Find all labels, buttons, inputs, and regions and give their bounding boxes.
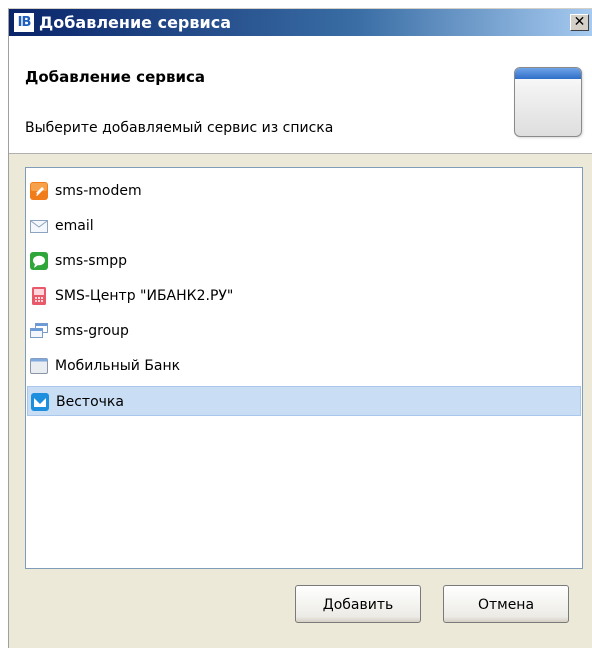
list-item-mobile-bank[interactable]: Мобильный Банк (27, 351, 581, 381)
app-logo-icon: IB (14, 13, 34, 32)
window-icon (30, 358, 48, 374)
envelope-icon (30, 220, 48, 233)
header-panel: Добавление сервиса Выберите добавляемый … (9, 36, 592, 154)
service-list[interactable]: sms-modem email sms-smpp SMS-Центр "ИБАН… (25, 167, 583, 569)
list-item-label: sms-group (55, 323, 129, 339)
windows-group-icon (30, 323, 48, 338)
close-icon: ✕ (573, 14, 586, 30)
window-illustration-icon (514, 67, 582, 137)
list-item-label: Мобильный Банк (55, 358, 181, 374)
list-item-label: email (55, 218, 94, 234)
sms-center-icon (32, 287, 46, 305)
title-bar[interactable]: IB Добавление сервиса ✕ (9, 9, 592, 36)
window-title: Добавление сервиса (39, 13, 231, 32)
list-item-sms-center[interactable]: SMS-Центр "ИБАНК2.РУ" (27, 281, 581, 311)
list-item-label: sms-modem (55, 183, 142, 199)
window-illustration-bar (515, 68, 581, 79)
header-title: Добавление сервиса (25, 68, 205, 86)
list-item-sms-modem[interactable]: sms-modem (27, 176, 581, 206)
list-item-sms-group[interactable]: sms-group (27, 316, 581, 346)
cancel-button[interactable]: Отмена (443, 585, 569, 623)
modem-icon (30, 182, 48, 200)
chat-bubble-icon (30, 252, 48, 270)
app-logo-text: IB (17, 15, 32, 30)
list-item-label: SMS-Центр "ИБАНК2.РУ" (55, 288, 234, 304)
add-service-dialog: IB Добавление сервиса ✕ Добавление серви… (8, 8, 592, 648)
close-button[interactable]: ✕ (570, 14, 589, 31)
list-item-sms-smpp[interactable]: sms-smpp (27, 246, 581, 276)
list-item-label: Весточка (56, 394, 124, 410)
vestochka-icon (31, 393, 49, 411)
header-description: Выберите добавляемый сервис из списка (25, 120, 334, 136)
list-item-label: sms-smpp (55, 253, 127, 269)
list-item-email[interactable]: email (27, 211, 581, 241)
add-button[interactable]: Добавить (295, 585, 421, 623)
list-item-vestochka[interactable]: Весточка (27, 386, 581, 416)
